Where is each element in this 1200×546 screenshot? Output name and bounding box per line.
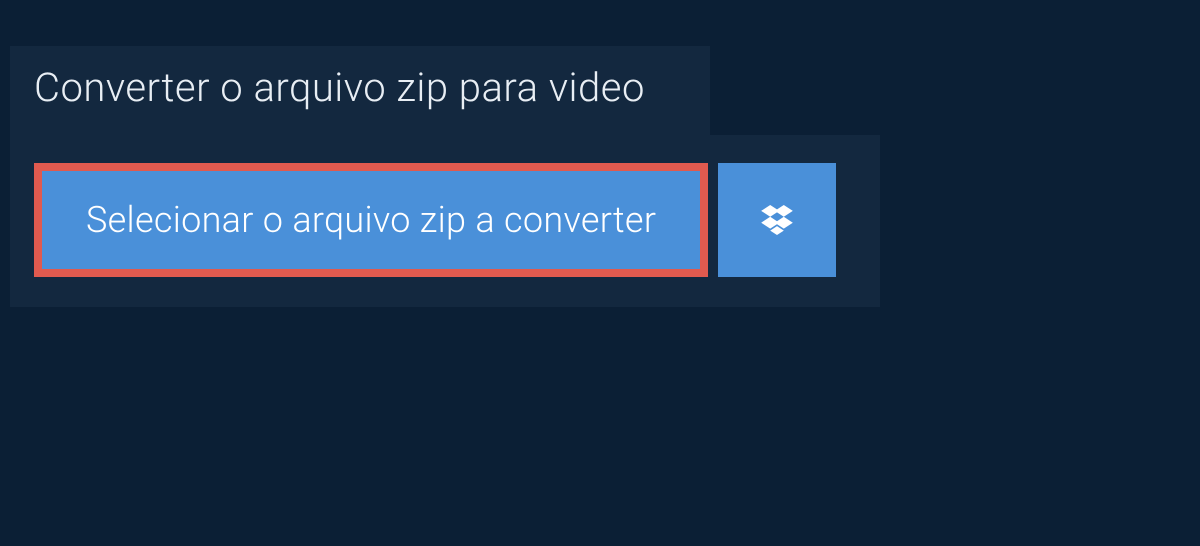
action-panel: Selecionar o arquivo zip a converter [10, 135, 880, 307]
header-panel: Converter o arquivo zip para video [10, 46, 710, 135]
select-file-button[interactable]: Selecionar o arquivo zip a converter [34, 163, 708, 277]
select-file-button-label: Selecionar o arquivo zip a converter [86, 199, 656, 241]
dropbox-icon [758, 201, 796, 239]
page-container: Converter o arquivo zip para video Selec… [0, 46, 1200, 307]
dropbox-button[interactable] [718, 163, 836, 277]
page-title: Converter o arquivo zip para video [34, 64, 686, 111]
